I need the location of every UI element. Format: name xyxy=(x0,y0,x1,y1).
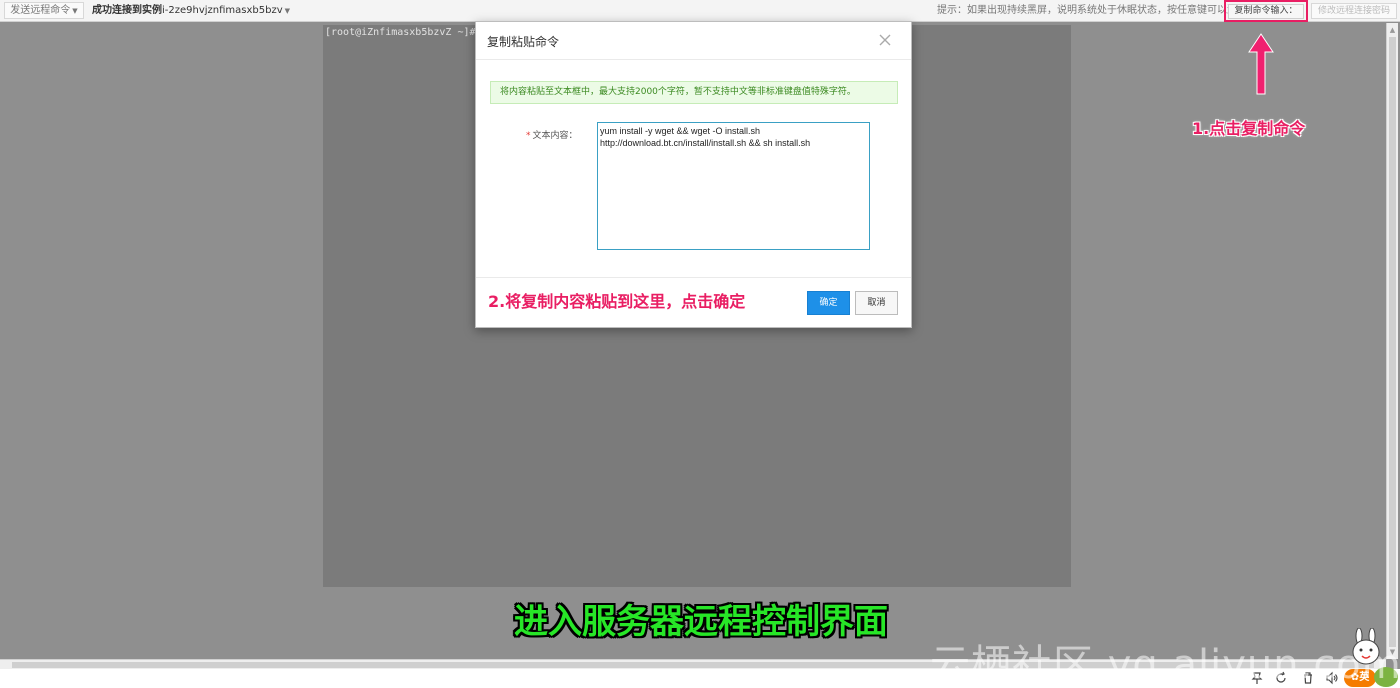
send-remote-command-label: 发送远程命令 xyxy=(10,5,71,16)
confirm-button[interactable]: 确定 xyxy=(807,291,850,315)
text-content-label: * 文本内容： xyxy=(526,128,578,141)
command-textarea[interactable]: yum install -y wget && wget -O install.s… xyxy=(597,122,870,250)
copy-command-highlight: 复制命令输入： xyxy=(1224,0,1308,22)
scroll-up-icon[interactable]: ▲ xyxy=(1388,25,1397,35)
watermark: 云栖社区 yq.aliyun.com xyxy=(930,642,1400,688)
connection-status[interactable]: 成功连接到实例i-2ze9hvjznfimasxb5bzv ▼ xyxy=(92,4,290,18)
copy-paste-command-dialog: 复制粘贴命令 将内容粘贴至文本框中，最大支持2000个字符，暂不支持中文等非标准… xyxy=(475,21,912,328)
send-remote-command-dropdown[interactable]: 发送远程命令 ▼ xyxy=(4,2,84,19)
instance-id: i-2ze9hvjznfimasxb5bzv xyxy=(162,5,283,16)
vertical-scroll-thumb[interactable] xyxy=(1389,37,1396,647)
close-icon[interactable] xyxy=(877,32,893,48)
mascot-icon xyxy=(1352,628,1380,665)
chevron-down-icon: ▼ xyxy=(72,7,78,15)
paste-notice: 将内容粘贴至文本框中，最大支持2000个字符，暂不支持中文等非标准键盘值特殊字符… xyxy=(490,81,898,104)
caption-annotation: 进入服务器远程控制界面 xyxy=(514,602,888,642)
dialog-header: 复制粘贴命令 xyxy=(476,22,911,60)
top-toolbar: 发送远程命令 ▼ 成功连接到实例i-2ze9hvjznfimasxb5bzv ▼ 提… xyxy=(0,0,1400,22)
chevron-down-icon: ▼ xyxy=(284,7,291,15)
change-remote-password-button[interactable]: 修改远程连接密码 xyxy=(1311,3,1397,19)
connection-status-prefix: 成功连接到实例 xyxy=(92,5,162,16)
step1-annotation: 1.点击复制命令 xyxy=(1192,119,1306,138)
text-content-label-text: 文本内容： xyxy=(532,131,578,141)
dialog-title: 复制粘贴命令 xyxy=(487,35,560,49)
vertical-scrollbar[interactable]: ▲ ▼ xyxy=(1386,23,1398,659)
step2-annotation: 2.将复制内容粘贴到这里，点击确定 xyxy=(488,292,746,311)
shell-prompt: [root@iZnfimasxb5bzvZ ~]# xyxy=(325,27,476,38)
copy-command-input-button[interactable]: 复制命令输入： xyxy=(1228,4,1304,19)
required-mark: * xyxy=(526,131,531,141)
black-screen-hint: 提示：如果出现持续黑屏，说明系统处于休眠状态，按任意键可以激活。 xyxy=(937,5,1257,16)
arrow-up-icon xyxy=(1248,33,1274,95)
cancel-button[interactable]: 取消 xyxy=(855,291,898,315)
